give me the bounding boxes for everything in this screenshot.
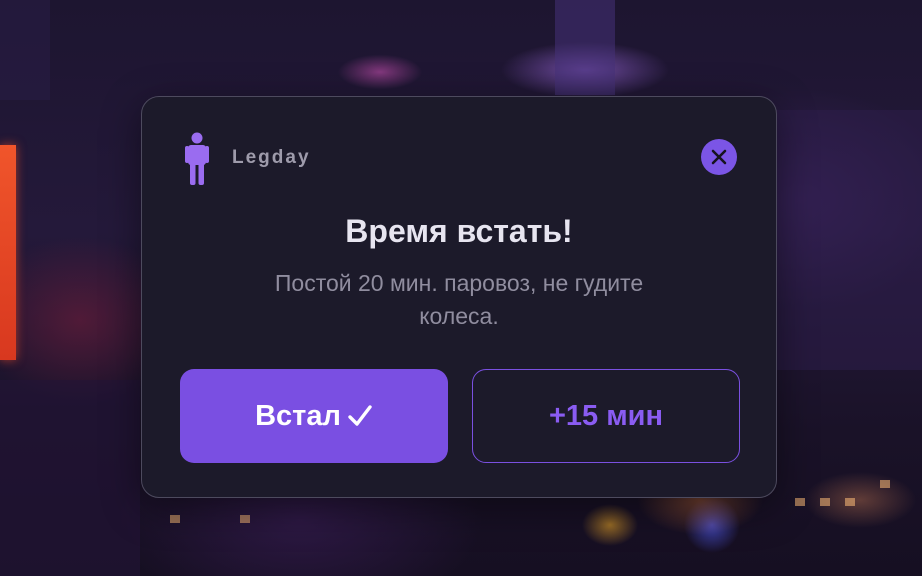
background-building bbox=[0, 0, 50, 100]
standing-person-icon bbox=[185, 132, 209, 185]
notification-card: Legday Время встать! Постой 20 мин. паро… bbox=[141, 96, 777, 498]
background-neon-sign bbox=[0, 145, 16, 360]
background-building bbox=[555, 0, 615, 95]
confirm-button-label: Встал bbox=[255, 399, 341, 432]
background-light bbox=[880, 480, 890, 488]
close-icon bbox=[711, 149, 727, 165]
app-name: Legday bbox=[232, 147, 311, 168]
notification-message: Постой 20 мин. паровоз, не гудите колеса… bbox=[274, 270, 644, 329]
snooze-button[interactable]: +15 мин bbox=[472, 369, 740, 463]
snooze-button-label: +15 мин bbox=[548, 399, 664, 432]
background-building bbox=[775, 110, 922, 370]
close-button[interactable] bbox=[701, 139, 737, 175]
checkmark-icon bbox=[348, 405, 372, 426]
background-light bbox=[845, 498, 855, 506]
background-light bbox=[170, 515, 180, 523]
background-building bbox=[0, 380, 140, 576]
confirm-stood-up-button[interactable]: Встал bbox=[180, 369, 448, 463]
notification-title: Время встать! bbox=[345, 213, 573, 249]
background-light bbox=[240, 515, 250, 523]
background-light bbox=[820, 498, 830, 506]
background-light bbox=[795, 498, 805, 506]
